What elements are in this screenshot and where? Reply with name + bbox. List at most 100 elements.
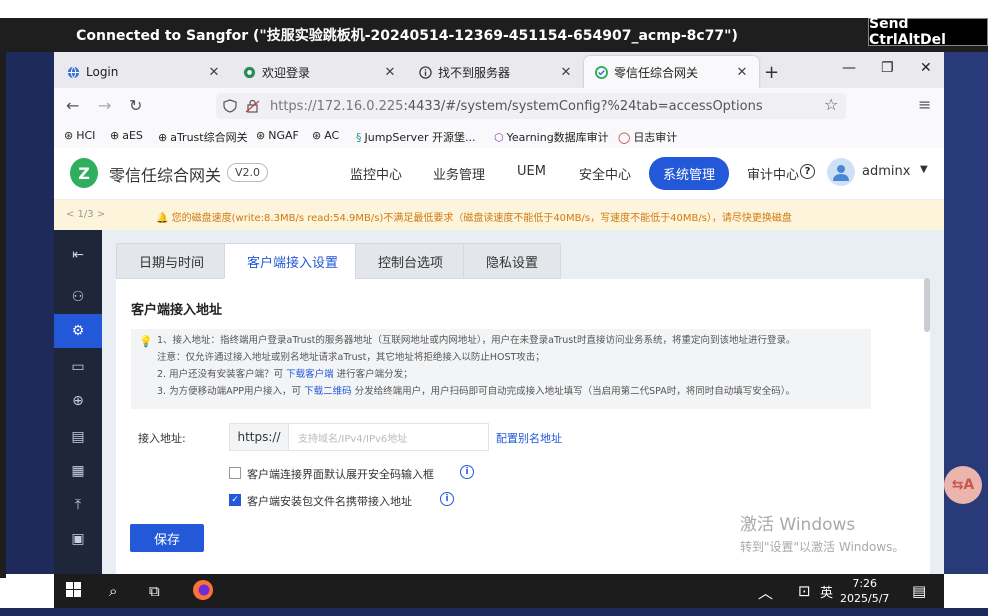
screen-bottom-edge xyxy=(0,608,988,616)
collapse-menu-icon[interactable]: ⇤ xyxy=(54,238,102,272)
ime-indicator[interactable]: 英 xyxy=(820,582,833,601)
tab-zero-trust-gateway[interactable]: 零信任综合网关 ✕ xyxy=(584,56,759,88)
tab-strip: Login ✕ 欢迎登录 ✕ 找不到服务器 ✕ 零信任综合网关 ✕ + — ❐ xyxy=(54,52,944,88)
nav-system-management[interactable]: 系统管理 xyxy=(649,157,730,190)
url-host: https://172.16.0.225 xyxy=(270,98,404,114)
network-globe-icon[interactable]: ⊕ xyxy=(54,384,102,418)
tab-client-access[interactable]: 客户端接入设置 xyxy=(224,243,362,279)
username[interactable]: adminx xyxy=(862,164,910,179)
access-address-label: 接入地址: xyxy=(138,432,186,445)
task-view-icon[interactable]: ⧉ xyxy=(149,582,160,600)
upload-icon[interactable]: ⤒ xyxy=(54,488,102,522)
tips-box: 💡 1、接入地址：指终端用户登录aTrust的服务器地址（互联网地址或内网地址）… xyxy=(131,329,871,409)
forward-arrow-icon[interactable]: → xyxy=(98,96,111,115)
bookmark-aes[interactable]: ⊕ aES xyxy=(110,129,143,142)
help-icon[interactable]: ? xyxy=(800,164,815,179)
tab-console-options[interactable]: 控制台选项 xyxy=(355,243,467,279)
remote-session-title: Connected to Sangfor ("技服实验跳板机-20240514-… xyxy=(6,18,988,52)
monitor-icon[interactable]: ▭ xyxy=(54,350,102,384)
browser-icon xyxy=(242,65,256,79)
save-bar xyxy=(116,559,930,574)
close-icon[interactable]: ✕ xyxy=(207,65,221,80)
gear-icon[interactable]: ⚙ xyxy=(54,314,102,348)
screen-icon[interactable]: ▣ xyxy=(54,522,102,556)
download-client-link[interactable]: 下载客户端 xyxy=(286,369,334,380)
windows-start-icon[interactable] xyxy=(66,582,81,601)
close-icon[interactable]: ✕ xyxy=(735,65,749,80)
menu-icon[interactable]: ≡ xyxy=(918,95,931,114)
bookmark-jumpserver[interactable]: § JumpServer 开源堡... xyxy=(356,129,475,145)
tab-label: Login xyxy=(86,65,119,79)
save-button[interactable]: 保存 xyxy=(130,524,204,552)
nav-uem[interactable]: UEM xyxy=(517,164,546,179)
bookmarks-bar: ⊛ HCI ⊕ aES ⊕ aTrust综合网关 ⊛ NGAF ⊛ AC § JumpSer… xyxy=(54,124,944,148)
taskbar: ⌕ ⧉ ︿ ⊡ 英 7:26 2025/5/7 ▤ xyxy=(54,574,944,608)
globe-icon xyxy=(66,65,80,79)
bookmark-log-audit[interactable]: ◯ 日志审计 xyxy=(618,129,677,145)
section-title: 客户端接入地址 xyxy=(131,303,223,318)
download-qrcode-link[interactable]: 下载二维码 xyxy=(304,386,352,397)
tab-label: 找不到服务器 xyxy=(438,65,511,80)
user-settings-icon[interactable]: ⚇ xyxy=(54,280,102,314)
network-icon[interactable]: ⊡ xyxy=(798,582,811,600)
notice-message: 🔔 您的磁盘速度(write:8.3MB/s read:54.9MB/s)不满足… xyxy=(156,213,792,224)
configure-alias-link[interactable]: 配置别名地址 xyxy=(496,430,562,446)
user-icon xyxy=(833,165,849,181)
bookmark-hci[interactable]: ⊛ HCI xyxy=(64,129,95,142)
bookmark-ngaf[interactable]: ⊛ NGAF xyxy=(256,129,299,142)
clock[interactable]: 7:26 2025/5/7 xyxy=(840,576,889,606)
tab-label: 零信任综合网关 xyxy=(614,65,699,80)
version-badge: V2.0 xyxy=(227,163,269,182)
disk-warning-banner: < 1/3 > 🔔 您的磁盘速度(write:8.3MB/s read:54.9… xyxy=(54,200,944,230)
notification-icon[interactable]: ▤ xyxy=(912,582,926,600)
tab-privacy-settings[interactable]: 隐私设置 xyxy=(463,243,562,279)
url-path: :4433/#/system/systemConfig?%24tab=acces… xyxy=(403,98,763,114)
info-icon[interactable]: i xyxy=(440,492,454,506)
screen-top-strip xyxy=(0,0,988,18)
restore-icon[interactable]: ❐ xyxy=(881,60,894,76)
info-icon[interactable]: i xyxy=(460,465,474,479)
minimize-icon[interactable]: — xyxy=(842,60,856,76)
app-header: Z 零信任综合网关 V2.0 监控中心 业务管理 UEM 安全中心 系统管理 审… xyxy=(54,148,944,200)
filename-address-checkbox[interactable]: ✓ xyxy=(229,494,241,506)
search-icon[interactable]: ⌕ xyxy=(109,582,117,600)
shield-icon xyxy=(594,65,608,79)
close-icon[interactable]: ✕ xyxy=(383,65,397,80)
document-icon[interactable]: ▤ xyxy=(54,420,102,454)
browser-window: Login ✕ 欢迎登录 ✕ 找不到服务器 ✕ 零信任综合网关 ✕ + — ❐ xyxy=(54,52,944,574)
tab-date-time[interactable]: 日期与时间 xyxy=(116,243,228,279)
reload-icon[interactable]: ↻ xyxy=(129,96,142,115)
tab-server-not-found[interactable]: 找不到服务器 ✕ xyxy=(408,56,583,88)
grid-icon[interactable]: ▦ xyxy=(54,454,102,488)
content-scrollbar[interactable] xyxy=(924,278,930,332)
nav-security-center[interactable]: 安全中心 xyxy=(579,164,631,183)
sidebar: ⇤ ⚇ ⚙ ▭ ⊕ ▤ ▦ ⤒ ▣ xyxy=(54,230,102,574)
nav-audit-center[interactable]: 审计中心 xyxy=(747,164,799,183)
tab-welcome-login[interactable]: 欢迎登录 ✕ xyxy=(232,56,407,88)
firefox-icon[interactable] xyxy=(192,579,214,605)
nav-monitor-center[interactable]: 监控中心 xyxy=(350,164,402,183)
bookmark-star-icon[interactable]: ☆ xyxy=(824,95,838,114)
log-audit-icon: ◯ xyxy=(618,130,631,144)
back-arrow-icon[interactable]: ← xyxy=(66,96,79,115)
address-bar[interactable]: https://172.16.0.225:4433/#/system/syste… xyxy=(216,93,846,119)
access-address-input[interactable]: 支持域名/IPv4/IPv6地址 xyxy=(289,423,489,451)
nav-business-management[interactable]: 业务管理 xyxy=(433,164,485,183)
windows-activation-watermark: 激活 Windows 转到"设置"以激活 Windows。 xyxy=(740,515,905,554)
security-code-checkbox[interactable] xyxy=(229,467,241,479)
avatar[interactable] xyxy=(827,158,855,186)
globe-icon: ⊕ xyxy=(110,129,120,142)
bookmark-atrust[interactable]: ⊕ aTrust综合网关 xyxy=(158,129,248,145)
notice-pager[interactable]: < 1/3 > xyxy=(66,209,105,220)
tab-login[interactable]: Login ✕ xyxy=(56,56,231,88)
close-icon[interactable]: ✕ xyxy=(559,65,573,80)
send-ctrl-alt-del-button[interactable]: Send CtrlAltDel xyxy=(868,16,988,48)
chevron-up-icon[interactable]: ︿ xyxy=(758,582,773,603)
chevron-down-icon[interactable]: ▼ xyxy=(920,164,928,175)
globe-icon: ⊕ xyxy=(158,130,168,144)
bookmark-ac[interactable]: ⊛ AC xyxy=(312,129,339,142)
new-tab-button[interactable]: + xyxy=(764,62,779,83)
bookmark-yearning[interactable]: ⬡ Yearning数据库审计 xyxy=(494,129,609,145)
translate-float-button[interactable]: ⇆A xyxy=(944,466,982,504)
window-close-icon[interactable]: ✕ xyxy=(920,60,932,76)
